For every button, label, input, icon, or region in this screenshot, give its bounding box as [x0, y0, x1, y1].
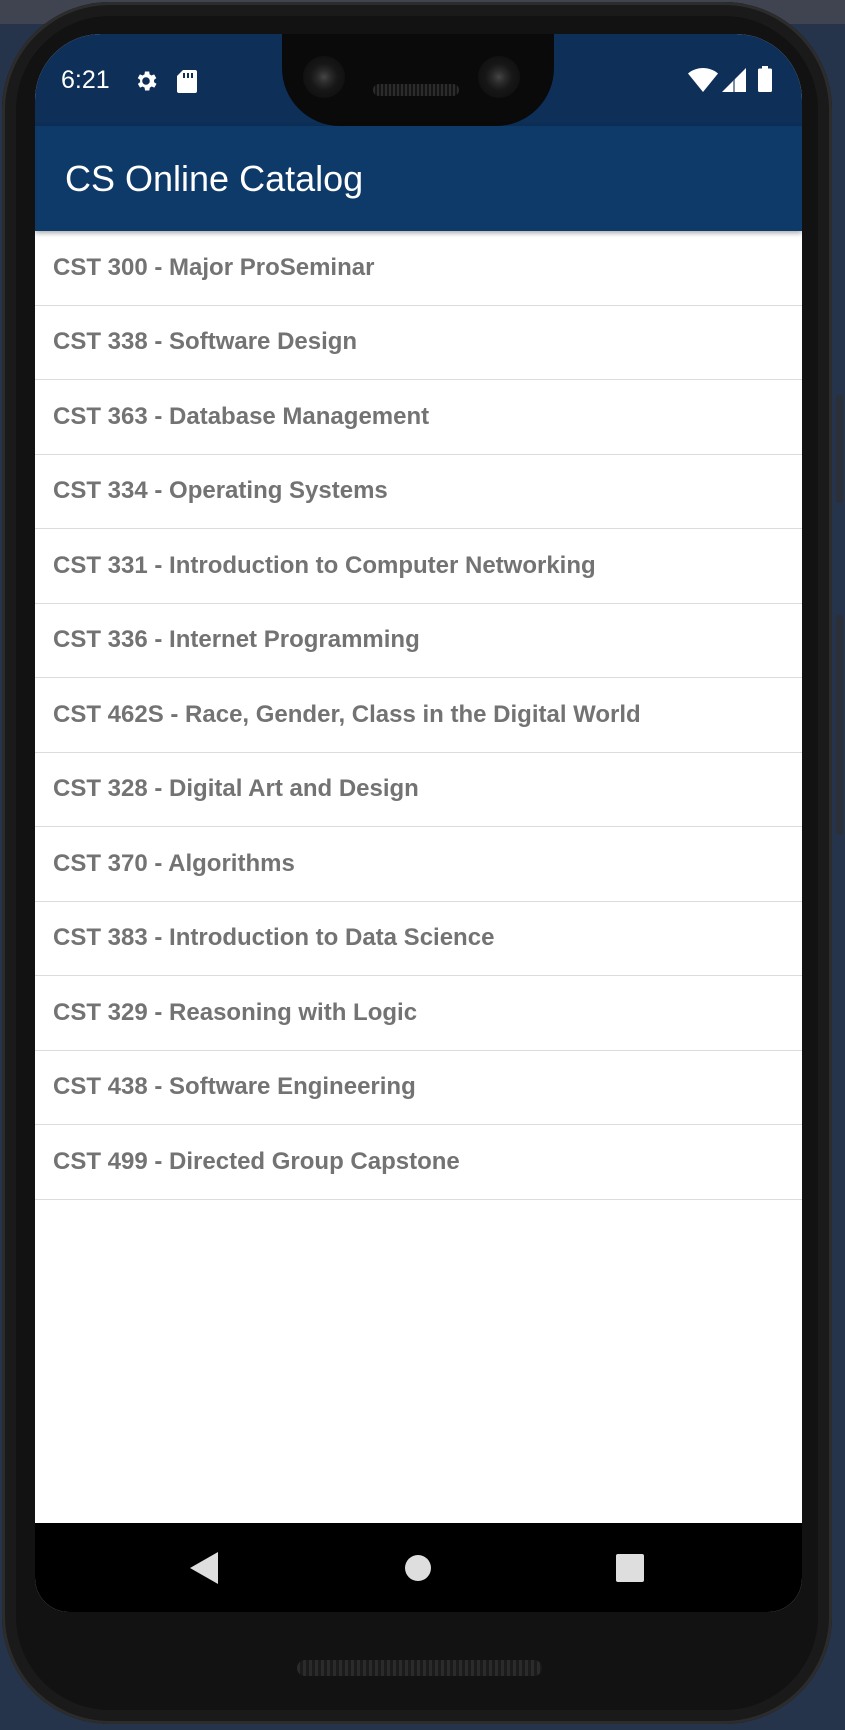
list-item[interactable]: CST 334 - Operating Systems: [35, 455, 802, 529]
wifi-icon: [688, 68, 718, 97]
camera-notch: [282, 34, 554, 126]
recents-icon: [616, 1553, 644, 1582]
back-button[interactable]: [144, 1523, 264, 1612]
course-label: CST 331 - Introduction to Computer Netwo…: [53, 551, 596, 579]
status-bar: 6:21: [35, 34, 802, 126]
battery-icon: [758, 66, 772, 97]
navigation-bar: [35, 1523, 802, 1612]
power-button: [836, 395, 843, 503]
list-item[interactable]: CST 329 - Reasoning with Logic: [35, 976, 802, 1051]
signal-icon: [722, 68, 746, 97]
phone-bottom-speaker: [297, 1660, 542, 1676]
camera-icon: [478, 56, 520, 98]
sd-card-icon: [177, 70, 197, 98]
app-bar: CS Online Catalog: [35, 126, 802, 231]
course-label: CST 328 - Digital Art and Design: [53, 775, 419, 803]
volume-button: [836, 615, 843, 835]
list-item[interactable]: CST 328 - Digital Art and Design: [35, 753, 802, 827]
home-icon: [405, 1554, 431, 1581]
course-label: CST 438 - Software Engineering: [53, 1073, 416, 1101]
list-item[interactable]: CST 338 - Software Design: [35, 306, 802, 380]
course-list: CST 300 - Major ProSeminar CST 338 - Soft…: [35, 231, 802, 1200]
course-label: CST 370 - Algorithms: [53, 849, 295, 877]
list-item[interactable]: CST 331 - Introduction to Computer Netwo…: [35, 529, 802, 604]
list-item[interactable]: CST 462S - Race, Gender, Class in the Di…: [35, 678, 802, 753]
course-label: CST 363 - Database Management: [53, 402, 430, 430]
camera-icon: [303, 56, 345, 98]
course-label: CST 329 - Reasoning with Logic: [53, 998, 418, 1026]
list-item[interactable]: CST 383 - Introduction to Data Science: [35, 902, 802, 976]
back-icon: [190, 1551, 218, 1584]
list-item[interactable]: CST 363 - Database Management: [35, 380, 802, 455]
device-screen: 6:21 CS Online Catalog CST 300 - Major P…: [35, 34, 802, 1612]
course-label: CST 300 - Major ProSeminar: [53, 253, 375, 281]
course-label: CST 338 - Software Design: [53, 328, 358, 356]
status-time: 6:21: [61, 66, 110, 94]
list-item[interactable]: CST 336 - Internet Programming: [35, 604, 802, 678]
course-label: CST 462S - Race, Gender, Class in the Di…: [53, 700, 641, 728]
gear-icon: [133, 68, 159, 99]
course-label: CST 383 - Introduction to Data Science: [53, 924, 495, 952]
home-button[interactable]: [358, 1523, 478, 1612]
list-item[interactable]: CST 499 - Directed Group Capstone: [35, 1125, 802, 1200]
course-label: CST 336 - Internet Programming: [53, 626, 420, 654]
course-label: CST 499 - Directed Group Capstone: [53, 1147, 460, 1175]
course-label: CST 334 - Operating Systems: [53, 477, 388, 505]
recents-button[interactable]: [570, 1523, 690, 1612]
app-title: CS Online Catalog: [65, 158, 364, 199]
list-item[interactable]: CST 300 - Major ProSeminar: [35, 231, 802, 306]
list-item[interactable]: CST 438 - Software Engineering: [35, 1051, 802, 1125]
list-item[interactable]: CST 370 - Algorithms: [35, 827, 802, 902]
earpiece-speaker: [373, 84, 459, 96]
